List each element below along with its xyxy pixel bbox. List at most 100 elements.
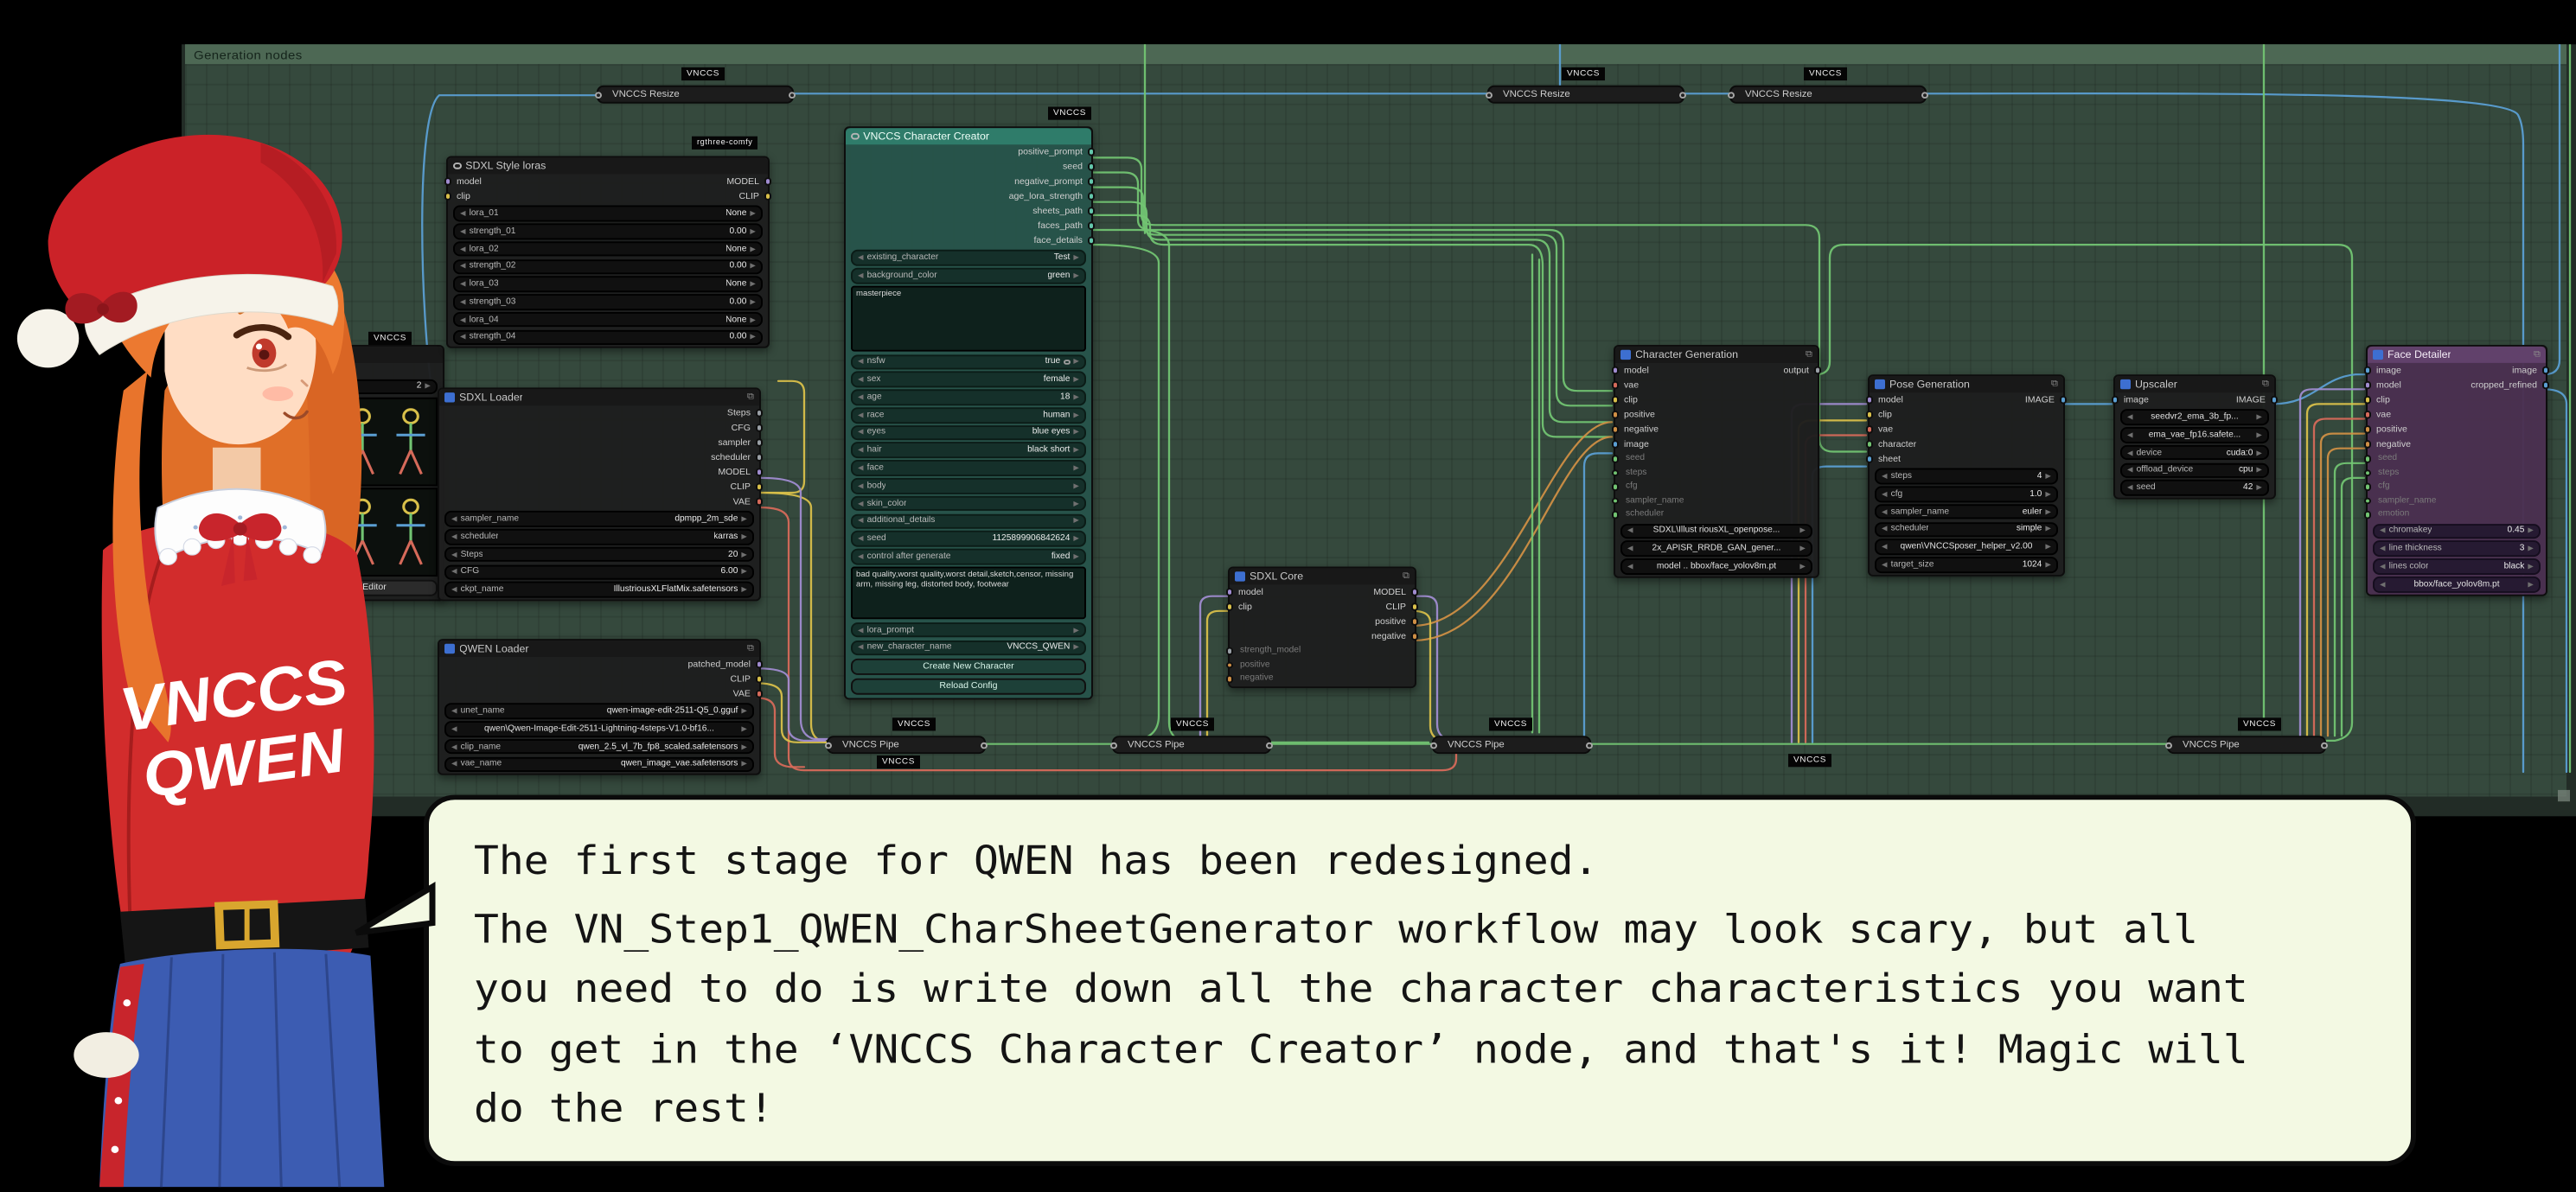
input-port[interactable] xyxy=(1611,367,1619,374)
decrement-arrow[interactable]: ◀ xyxy=(858,428,864,437)
widget-line-thickness[interactable]: ◀line thickness3▶ xyxy=(2373,541,2541,557)
output-port[interactable] xyxy=(1814,367,1822,374)
increment-arrow[interactable]: ▶ xyxy=(1073,392,1079,402)
decrement-arrow[interactable]: ◀ xyxy=(858,643,864,653)
node-titlebar[interactable]: SDXL Loader⧉ xyxy=(439,389,759,405)
node-titlebar[interactable]: VNCCS Character Creator xyxy=(846,128,1091,144)
increment-arrow[interactable]: ▶ xyxy=(2045,525,2051,534)
increment-arrow[interactable]: ▶ xyxy=(1073,551,1079,561)
widget-unet_name[interactable]: ◀unet_nameqwen-image-edit-2511-Q5_0.gguf… xyxy=(444,704,754,719)
input-port[interactable] xyxy=(2363,469,2371,477)
widget-vae_name[interactable]: ◀vae_nameqwen_image_vae.safetensors▶ xyxy=(444,756,754,772)
widget-race[interactable]: ◀racehuman▶ xyxy=(851,407,1086,423)
output-port[interactable] xyxy=(1411,603,1419,611)
output-dot[interactable] xyxy=(2321,742,2329,749)
input-port[interactable] xyxy=(1611,456,1619,463)
decrement-arrow[interactable]: ◀ xyxy=(451,532,457,541)
increment-arrow[interactable]: ▶ xyxy=(1073,271,1079,280)
output-dot[interactable] xyxy=(1586,742,1594,749)
decrement-arrow[interactable]: ◀ xyxy=(451,585,457,595)
widget-target_size[interactable]: ◀target_size1024▶ xyxy=(1875,557,2058,572)
output-port[interactable] xyxy=(1088,163,1096,170)
input-port[interactable] xyxy=(444,193,451,201)
collapse-dot[interactable] xyxy=(1429,742,1437,749)
widget-chromakey[interactable]: ◀chromakey0.45▶ xyxy=(2373,524,2541,539)
next-arrow[interactable]: ▶ xyxy=(2528,579,2534,589)
decrement-arrow[interactable]: ◀ xyxy=(1882,489,1888,499)
increment-arrow[interactable]: ▶ xyxy=(741,550,747,559)
widget-lora_01[interactable]: ◀lora_01None▶ xyxy=(453,206,763,221)
decrement-arrow[interactable]: ◀ xyxy=(2127,448,2133,457)
decrement-arrow[interactable]: ◀ xyxy=(858,392,864,402)
widget-lora_04[interactable]: ◀lora_04None▶ xyxy=(453,312,763,328)
decrement-arrow[interactable]: ◀ xyxy=(2127,465,2133,475)
prev-arrow[interactable]: ◀ xyxy=(1882,542,1888,551)
input-port[interactable] xyxy=(1611,483,1619,491)
widget-CFG[interactable]: ◀CFG6.00▶ xyxy=(444,564,754,580)
decrement-arrow[interactable]: ◀ xyxy=(460,244,466,253)
button[interactable]: Create New Character xyxy=(851,658,1086,675)
increment-arrow[interactable]: ▶ xyxy=(2256,448,2262,457)
combo-widget[interactable]: ◀bbox/face_yolov8m.pt▶ xyxy=(2373,577,2541,592)
input-port[interactable] xyxy=(1865,456,1873,463)
widget-cfg[interactable]: ◀cfg1.0▶ xyxy=(1875,486,2058,501)
output-port[interactable] xyxy=(1088,193,1096,201)
sdxl-style-loras[interactable]: SDXL Style lorasmodelMODELclipCLIP◀lora_… xyxy=(446,156,770,349)
output-dot[interactable] xyxy=(789,92,796,99)
output-port[interactable] xyxy=(1088,148,1096,156)
face-detailer[interactable]: Face Detailer⧉imageimagemodelcropped_ref… xyxy=(2366,345,2547,596)
decrement-arrow[interactable]: ◀ xyxy=(460,226,466,236)
node-titlebar[interactable]: Face Detailer⧉ xyxy=(2368,347,2546,363)
next-arrow[interactable]: ▶ xyxy=(741,723,747,733)
widget-scheduler[interactable]: ◀schedulerkarras▶ xyxy=(444,529,754,545)
decrement-arrow[interactable]: ◀ xyxy=(858,499,864,508)
decrement-arrow[interactable]: ◀ xyxy=(858,516,864,526)
prev-arrow[interactable]: ◀ xyxy=(1627,544,1633,553)
collapse-dot[interactable] xyxy=(1109,742,1117,749)
decrement-arrow[interactable]: ◀ xyxy=(858,463,864,473)
input-port[interactable] xyxy=(1865,396,1873,404)
decrement-arrow[interactable]: ◀ xyxy=(460,333,466,342)
input-port[interactable] xyxy=(1611,381,1619,389)
input-port[interactable] xyxy=(2363,425,2371,433)
upscaler[interactable]: Upscaler⧉imageIMAGE◀seedvr2_ema_3b_fp...… xyxy=(2113,374,2276,500)
pose-generation[interactable]: Pose Generation⧉modelIMAGEclipvaecharact… xyxy=(1868,374,2065,576)
output-port[interactable] xyxy=(756,424,764,432)
collapse-dot[interactable] xyxy=(824,742,832,749)
vnccs-pipe-1[interactable]: VNCCS Pipe xyxy=(827,736,986,754)
increment-arrow[interactable]: ▶ xyxy=(750,226,756,236)
widget-seed[interactable]: ◀seed42▶ xyxy=(2120,480,2269,495)
output-port[interactable] xyxy=(764,193,772,201)
widget-body[interactable]: ◀body▶ xyxy=(851,478,1086,494)
output-port[interactable] xyxy=(756,439,764,447)
input-port[interactable] xyxy=(1611,411,1619,418)
text-widget[interactable]: masterpiece xyxy=(851,286,1086,352)
decrement-arrow[interactable]: ◀ xyxy=(451,567,457,577)
combo-widget[interactable]: ◀2x_APISR_RRDB_GAN_gener...▶ xyxy=(1620,541,1812,557)
next-arrow[interactable]: ▶ xyxy=(2256,412,2262,422)
increment-arrow[interactable]: ▶ xyxy=(750,279,756,289)
sdxl-loader[interactable]: SDXL Loader⧉StepsCFGsamplerschedulerMODE… xyxy=(438,387,761,601)
input-port[interactable] xyxy=(1225,589,1233,596)
input-port[interactable] xyxy=(444,178,451,186)
increment-arrow[interactable]: ▶ xyxy=(425,382,431,392)
output-port[interactable] xyxy=(756,690,764,698)
increment-arrow[interactable]: ▶ xyxy=(2256,483,2262,493)
increment-arrow[interactable]: ▶ xyxy=(2045,560,2051,570)
increment-arrow[interactable]: ▶ xyxy=(2045,489,2051,499)
collapse-dot[interactable] xyxy=(594,92,602,99)
input-port[interactable] xyxy=(2363,483,2371,491)
increment-arrow[interactable]: ▶ xyxy=(1073,463,1079,473)
increment-arrow[interactable]: ▶ xyxy=(1073,534,1079,544)
output-port[interactable] xyxy=(756,660,764,668)
increment-arrow[interactable]: ▶ xyxy=(1073,445,1079,455)
increment-arrow[interactable]: ▶ xyxy=(750,244,756,253)
widget-clip_name[interactable]: ◀clip_nameqwen_2.5_vl_7b_fp8_scaled.safe… xyxy=(444,739,754,755)
decrement-arrow[interactable]: ◀ xyxy=(858,374,864,384)
widget-existing_character[interactable]: ◀existing_characterTest▶ xyxy=(851,250,1086,265)
combo-widget[interactable]: ◀model .. bbox/face_yolov8m.pt▶ xyxy=(1620,558,1812,574)
increment-arrow[interactable]: ▶ xyxy=(1073,643,1079,653)
output-port[interactable] xyxy=(2542,381,2550,389)
increment-arrow[interactable]: ▶ xyxy=(2528,562,2534,571)
widget-sex[interactable]: ◀sexfemale▶ xyxy=(851,372,1086,387)
